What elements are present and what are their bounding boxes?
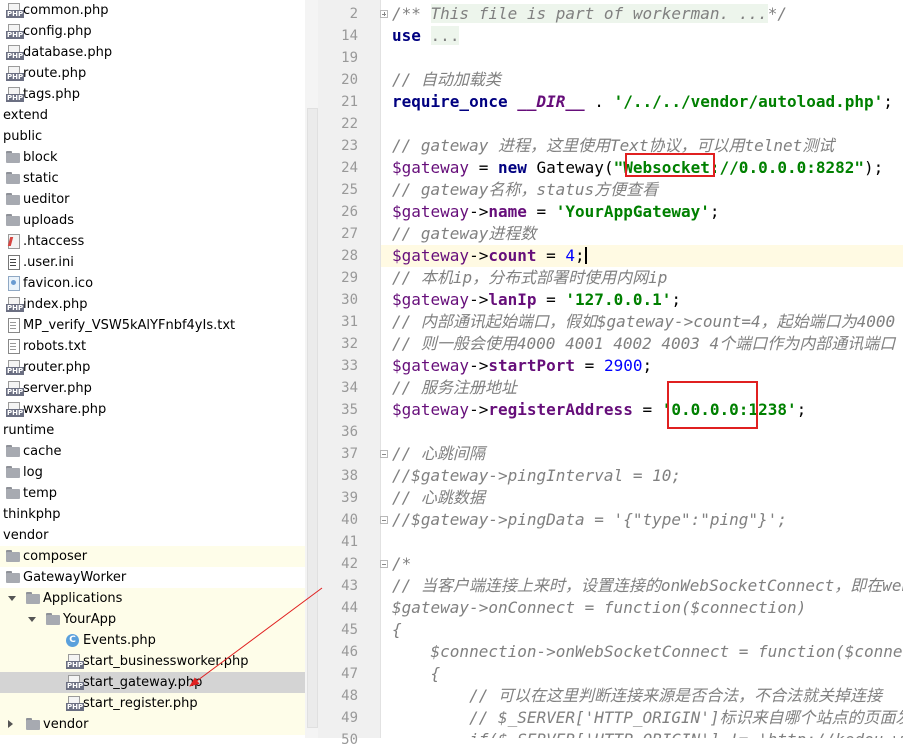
annotation-arrow xyxy=(189,587,323,687)
